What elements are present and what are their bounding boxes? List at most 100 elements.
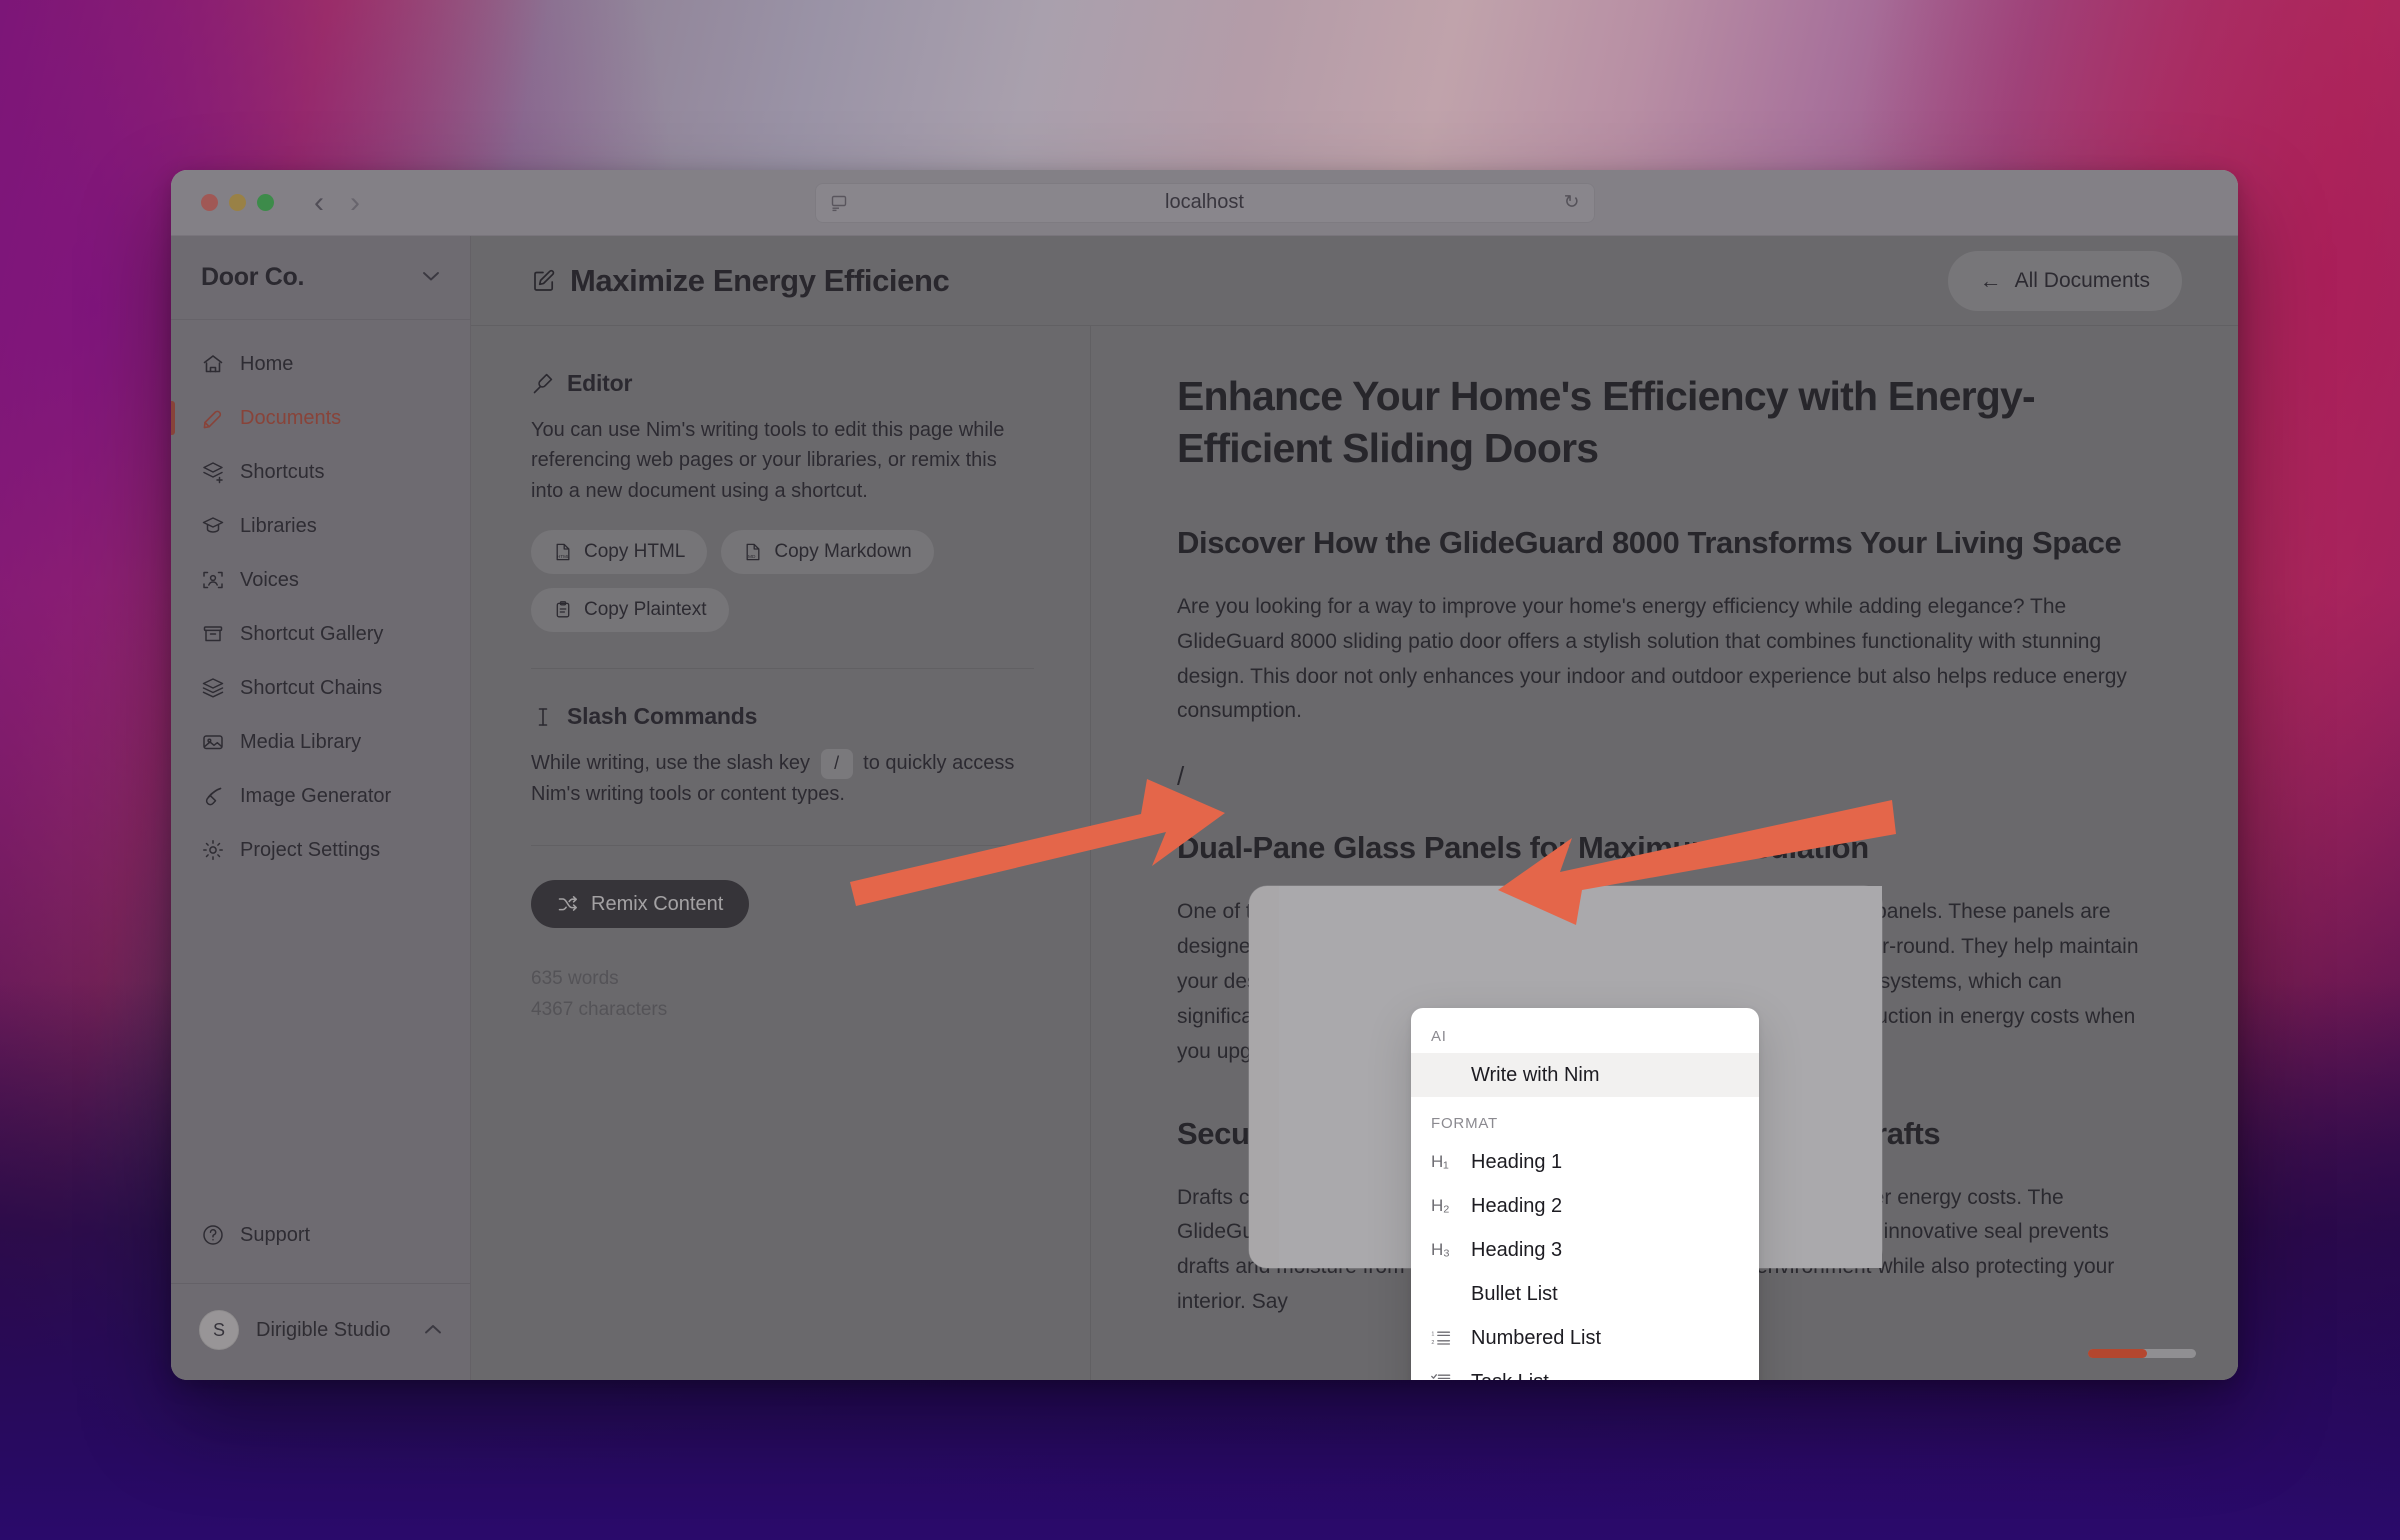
forward-button[interactable]: › <box>350 187 360 218</box>
sidebar-item-label: Voices <box>240 568 299 591</box>
main-content: Maximize Energy Efficienc ← All Document… <box>471 236 2238 1380</box>
sidebar-toggle-icon[interactable] <box>830 194 848 212</box>
slash-item-write-with-nim[interactable]: Write with Nim <box>1411 1053 1759 1097</box>
sidebar-item-project-settings[interactable]: Project Settings <box>187 824 454 876</box>
traffic-lights <box>201 194 274 211</box>
sidebar-item-shortcut-chains[interactable]: Shortcut Chains <box>187 662 454 714</box>
zoom-window-button[interactable] <box>257 194 274 211</box>
remix-content-button[interactable]: Remix Content <box>531 880 750 929</box>
slash-menu-gap <box>1411 1097 1759 1109</box>
slash-item-label: Numbered List <box>1471 1326 1602 1349</box>
pen-nib-icon <box>531 372 555 396</box>
slash-item-label: Heading 3 <box>1471 1238 1563 1261</box>
document-pen-icon <box>201 406 225 430</box>
reload-icon[interactable]: ↻ <box>1564 191 1580 214</box>
edit-square-icon <box>531 268 557 294</box>
slash-title-text: Slash Commands <box>567 703 758 730</box>
account-name: Dirigible Studio <box>256 1318 391 1341</box>
archive-box-icon <box>201 622 225 646</box>
person-frame-icon <box>201 568 225 592</box>
slash-item-heading-1[interactable]: H₁ Heading 1 <box>1411 1140 1759 1184</box>
doc-paragraph-a: Are you looking for a way to improve you… <box>1177 594 2127 723</box>
sidebar-item-voices[interactable]: Voices <box>187 554 454 606</box>
slash-item-task-list[interactable]: Task List <box>1411 1360 1759 1380</box>
layers-icon <box>201 676 225 700</box>
slash-section-label-format: FORMAT <box>1431 1115 1499 1132</box>
page-title: Maximize Energy Efficienc <box>531 263 949 299</box>
doc-typed-slash: / <box>1177 761 1185 792</box>
chevron-down-icon <box>422 269 440 286</box>
minimize-window-button[interactable] <box>229 194 246 211</box>
paintbrush-icon <box>201 784 225 808</box>
copy-actions: HTML Copy HTML MD Copy Markdown Copy Pla… <box>531 530 1034 633</box>
editor-description: You can use Nim's writing tools to edit … <box>531 419 1005 502</box>
slash-item-numbered-list[interactable]: 1 2 Numbered List <box>1411 1316 1759 1360</box>
user-account-switcher[interactable]: S Dirigible Studio <box>171 1283 470 1380</box>
copy-markdown-button[interactable]: MD Copy Markdown <box>721 530 934 575</box>
address-bar-text: localhost <box>1165 191 1244 213</box>
task-list-icon <box>1431 1372 1455 1380</box>
graduation-cap-icon <box>201 514 225 538</box>
sidebar: Door Co. Home Documents Shortcuts Librar… <box>171 236 471 1380</box>
sidebar-item-image-generator[interactable]: Image Generator <box>187 770 454 822</box>
slash-section-label-ai: AI <box>1431 1028 1447 1045</box>
sidebar-nav: Home Documents Shortcuts Libraries Voice… <box>171 320 470 876</box>
sidebar-item-label: Shortcuts <box>240 460 325 483</box>
character-count: 4367 characters <box>531 998 668 1020</box>
md-file-icon: MD <box>743 542 763 562</box>
h1-icon: H₁ <box>1431 1152 1449 1171</box>
svg-text:HTML: HTML <box>557 554 570 559</box>
avatar: S <box>199 1310 239 1350</box>
numbered-list-icon: 1 2 <box>1431 1328 1455 1348</box>
support-row: Support <box>171 1213 470 1283</box>
sidebar-item-libraries[interactable]: Libraries <box>187 500 454 552</box>
sidebar-item-label: Libraries <box>240 514 317 537</box>
sidebar-item-media-library[interactable]: Media Library <box>187 716 454 768</box>
slash-command-menu[interactable]: AI Write with Nim FORMAT H₁ Heading 1 H₂… <box>1411 1008 1759 1380</box>
image-icon <box>201 730 225 754</box>
slash-item-label: Task List <box>1471 1371 1549 1381</box>
slash-item-heading-2[interactable]: H₂ Heading 2 <box>1411 1184 1759 1228</box>
sidebar-item-documents[interactable]: Documents <box>171 392 454 444</box>
slash-item-bullet-list[interactable]: Bullet List <box>1411 1272 1759 1316</box>
address-bar[interactable]: localhost ↻ <box>814 182 1595 223</box>
slash-item-heading-3[interactable]: H₃ Heading 3 <box>1411 1228 1759 1272</box>
slash-section-title: Slash Commands <box>531 703 1034 730</box>
close-window-button[interactable] <box>201 194 218 211</box>
sidebar-item-shortcut-gallery[interactable]: Shortcut Gallery <box>187 608 454 660</box>
all-documents-button[interactable]: ← All Documents <box>1947 250 2182 311</box>
sidebar-item-shortcuts[interactable]: Shortcuts <box>187 446 454 498</box>
sidebar-item-label: Shortcut Chains <box>240 676 383 699</box>
word-count: 635 words <box>531 968 619 990</box>
copy-markdown-label: Copy Markdown <box>774 541 912 563</box>
sidebar-item-home[interactable]: Home <box>187 338 454 390</box>
copy-html-button[interactable]: HTML Copy HTML <box>531 530 708 575</box>
text-cursor-icon <box>531 705 555 729</box>
desktop-wallpaper: ‹ › localhost ↻ Door Co. Home Documents … <box>0 0 2400 1540</box>
clipboard-icon <box>553 600 573 620</box>
slash-desc-before: While writing, use the slash key <box>531 752 811 775</box>
sidebar-item-label: Documents <box>240 406 342 429</box>
doc-heading-1: Enhance Your Home's Efficiency with Ener… <box>1177 373 2036 472</box>
copy-html-label: Copy HTML <box>584 541 686 563</box>
sidebar-item-label: Media Library <box>240 730 362 753</box>
slash-item-label: Heading 2 <box>1471 1194 1563 1217</box>
h2-icon: H₂ <box>1431 1196 1450 1215</box>
back-button[interactable]: ‹ <box>314 187 324 218</box>
question-circle-icon <box>201 1223 225 1247</box>
sidebar-item-label: Image Generator <box>240 784 392 807</box>
copy-plaintext-button[interactable]: Copy Plaintext <box>531 588 729 633</box>
arrow-left-icon: ← <box>1979 267 2002 293</box>
helper-divider-2 <box>531 845 1034 847</box>
sidebar-item-support[interactable]: Support <box>201 1213 440 1257</box>
editor-helper-pane: Editor You can use Nim's writing tools t… <box>471 326 1091 1380</box>
window-body: Door Co. Home Documents Shortcuts Librar… <box>171 236 2238 1380</box>
document-stats: 635 words 4367 characters <box>531 964 1034 1025</box>
svg-text:MD: MD <box>748 554 756 560</box>
sidebar-item-label: Project Settings <box>240 838 381 861</box>
svg-text:1: 1 <box>1431 1331 1434 1337</box>
workspace-switcher[interactable]: Door Co. <box>171 236 470 320</box>
doc-heading-2-b: Dual-Pane Glass Panels for Maximum Insul… <box>1177 830 1869 866</box>
slash-item-label: Write with Nim <box>1471 1063 1600 1086</box>
